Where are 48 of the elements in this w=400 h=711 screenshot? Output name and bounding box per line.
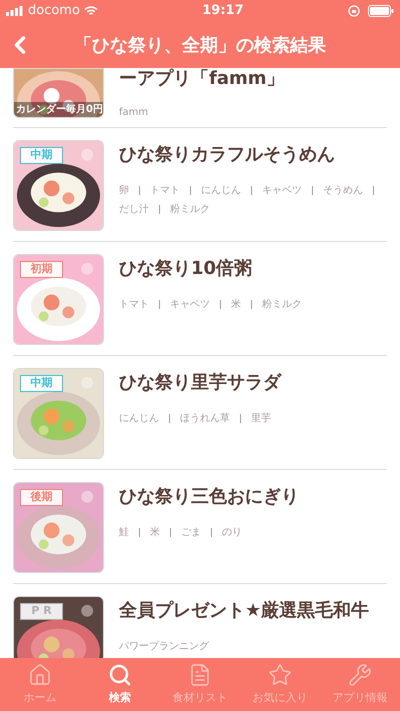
- ingredient-tag: トマト: [119, 296, 149, 312]
- ingredient-tag: トマト: [150, 182, 180, 198]
- recipe-title: ひな祭りカラフルそうめん: [119, 144, 336, 166]
- ingredient-tag: そうめん: [323, 182, 363, 198]
- recipe-row[interactable]: 初期 ひな祭り10倍粥 トマト キャベツ 米 粉ミルク: [13, 242, 387, 356]
- ingredient-tag: 卵: [119, 182, 129, 198]
- ingredient-tag: だし汁: [119, 202, 149, 216]
- ingredient-tag: にんじん: [201, 182, 241, 198]
- clock-time: 19:17: [202, 2, 244, 20]
- wifi-icon: [84, 6, 98, 16]
- recipe-row[interactable]: 後期 ひな祭り三色おにぎり 鮭 米 ごま のり: [13, 470, 387, 584]
- ingredient-tag: 米: [150, 524, 160, 540]
- ingredient-tag: にんじん: [119, 410, 159, 426]
- ingredient-tag: famm: [119, 104, 148, 120]
- star-icon: [268, 662, 292, 687]
- recipe-row[interactable]: 中期 ひな祭り里芋サラダ にんじん ほうれん草 里芋: [13, 356, 387, 470]
- recipe-title: ひな祭り10倍粥: [119, 258, 254, 280]
- battery-icon: [368, 5, 394, 17]
- ingredient-tag: キャベツ: [262, 182, 302, 198]
- stage-badge: 後期: [20, 489, 63, 506]
- stage-badge: 中期: [20, 375, 63, 392]
- ingredient-tag: 鮭: [119, 524, 129, 540]
- wrench-icon: [348, 662, 372, 687]
- home-icon: [28, 662, 52, 687]
- rotation-lock-icon: [348, 5, 360, 17]
- ingredient-tag: ほうれん草: [180, 410, 230, 426]
- stage-badge: P R: [20, 603, 63, 620]
- stage-badge: 中期: [20, 147, 63, 164]
- stage-badge: 初期: [20, 261, 63, 278]
- carrier-name: docomo: [28, 2, 80, 20]
- ingredient-tag: キャベツ: [170, 296, 210, 312]
- recipe-title: ひな祭り三色おにぎり: [119, 486, 300, 508]
- recipe-title: 全員プレゼント★厳選黒毛和牛: [119, 600, 370, 622]
- ingredient-tag: のり: [222, 524, 242, 540]
- recipe-row[interactable]: 中期 ひな祭りカラフルそうめん 卵 トマト にんじん キャベツ そうめん だし汁 粉ミルク: [13, 128, 387, 242]
- ingredient-tag: 里芋: [251, 410, 271, 426]
- ingredient-tag: パワープランニング: [119, 638, 209, 654]
- recipe-title: ーアプリ「famm」: [119, 68, 286, 90]
- ingredient-tag: 米: [231, 296, 241, 312]
- page-title: 「ひな祭り、全期」の検索結果: [73, 34, 327, 58]
- thumbnail-caption: カレンダー毎月0円: [14, 102, 103, 117]
- ingredient-tag: 粉ミルク: [170, 202, 210, 216]
- recipe-title: ひな祭り里芋サラダ: [119, 372, 283, 394]
- search-icon: [108, 662, 132, 687]
- ingredient-tag: 粉ミルク: [262, 296, 302, 312]
- recipe-row[interactable]: カレンダー毎月0円 ーアプリ「famm」 famm: [13, 68, 387, 128]
- ingredient-tag: ごま: [181, 524, 201, 540]
- signal-icon: [6, 6, 24, 16]
